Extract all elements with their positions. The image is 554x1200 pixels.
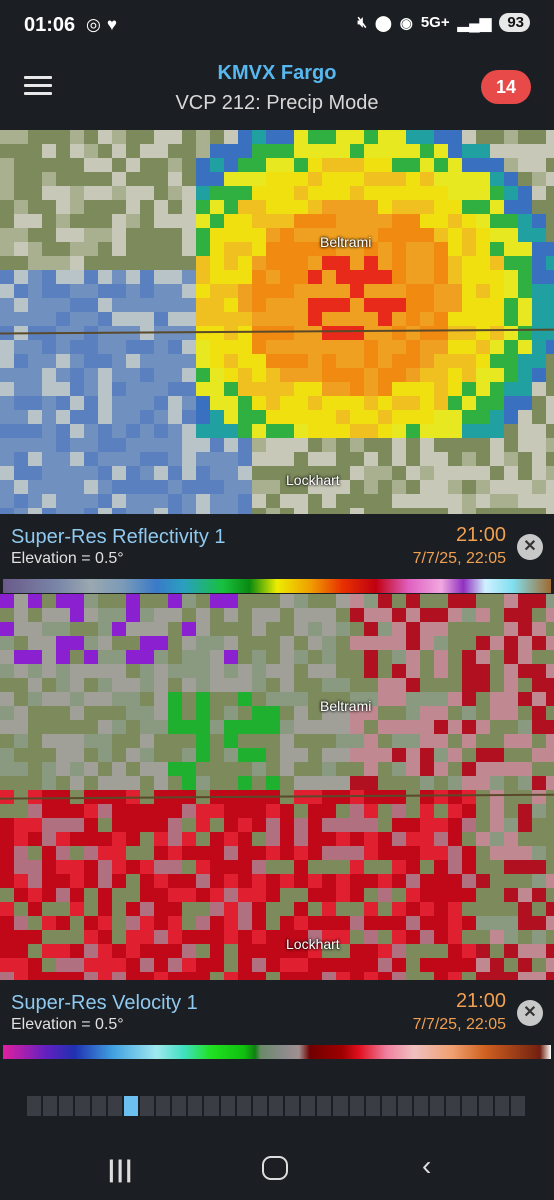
timeline-frame[interactable] <box>59 1096 74 1116</box>
timeline-frame[interactable] <box>317 1096 332 1116</box>
scan-time: 21:00 <box>455 990 506 1012</box>
vcp-mode-subtitle: VCP 212: Precip Mode <box>175 92 379 114</box>
velocity-map[interactable]: Beltrami Lockhart <box>0 594 554 980</box>
timeline-frame[interactable] <box>430 1096 445 1116</box>
reflectivity-map[interactable]: Beltrami Lockhart <box>0 130 554 514</box>
timeline-frame[interactable] <box>172 1096 187 1116</box>
network-label: 5G+ <box>420 14 450 31</box>
reflectivity-colorbar <box>3 579 551 593</box>
timeline-frame[interactable] <box>252 1096 267 1116</box>
velocity-colorbar <box>3 1045 551 1059</box>
battery-level: 93 <box>507 14 524 31</box>
radar-icon: ◎ <box>86 15 101 34</box>
timeline-frame[interactable] <box>333 1096 348 1116</box>
velocity-radar-image <box>0 594 554 980</box>
system-navbar: ||| ‹ <box>0 1140 554 1200</box>
timeline-frame[interactable] <box>139 1096 154 1116</box>
scan-datetime: 7/7/25, 22:05 <box>412 1016 506 1033</box>
timeline-frame[interactable] <box>236 1096 251 1116</box>
elevation-label: Elevation = 0.5° <box>11 1016 124 1033</box>
timeline-frame[interactable] <box>27 1096 42 1116</box>
elevation-label: Elevation = 0.5° <box>11 550 124 567</box>
product-name[interactable]: Super-Res Reflectivity 1 <box>11 526 226 549</box>
timeline-frame[interactable] <box>220 1096 235 1116</box>
mute-icon: 🔇︎ <box>357 14 367 31</box>
scan-time: 21:00 <box>455 524 506 546</box>
radar-site-title[interactable]: KMVX Fargo <box>0 62 554 85</box>
app-header: KMVX Fargo VCP 212: Precip Mode 14 <box>0 54 554 130</box>
timeline-frame[interactable] <box>43 1096 58 1116</box>
timeline-frame[interactable] <box>91 1096 106 1116</box>
heart-icon: ♥ <box>106 15 117 34</box>
timeline-frame[interactable] <box>107 1096 122 1116</box>
timeline-frame[interactable] <box>75 1096 90 1116</box>
home-icon[interactable] <box>262 1156 288 1180</box>
animation-timeline[interactable] <box>27 1096 525 1116</box>
timeline-frame[interactable] <box>204 1096 219 1116</box>
signal-icon: ▂▄▆ <box>457 14 492 32</box>
alert-count-badge[interactable]: 14 <box>481 70 531 104</box>
close-icon[interactable]: ✕ <box>517 1000 543 1026</box>
product-name[interactable]: Super-Res Velocity 1 <box>11 992 198 1015</box>
timeline-frame[interactable] <box>285 1096 300 1116</box>
timeline-frame[interactable] <box>397 1096 412 1116</box>
timeline-frame[interactable] <box>381 1096 396 1116</box>
recent-apps-icon[interactable]: ||| <box>108 1156 134 1184</box>
hotspot-icon: ◉ <box>399 14 413 32</box>
timeline-frame[interactable] <box>510 1096 525 1116</box>
location-icon: ⬤ <box>374 14 392 32</box>
timeline-frame[interactable] <box>156 1096 171 1116</box>
reflectivity-radar-image <box>0 130 554 514</box>
map-label-beltrami: Beltrami <box>320 698 372 714</box>
timeline-frame[interactable] <box>478 1096 493 1116</box>
battery-icon: 93 <box>499 13 530 32</box>
timeline-frame[interactable] <box>446 1096 461 1116</box>
timeline-frame[interactable] <box>268 1096 283 1116</box>
status-time: 01:06 <box>24 14 76 36</box>
timeline-frame[interactable] <box>414 1096 429 1116</box>
map-label-lockhart: Lockhart <box>286 472 340 488</box>
status-bar: 01:06 ◎ ♥ 🔇︎ ⬤ ◉ 5G+ ▂▄▆ 93 <box>0 0 554 54</box>
map-label-beltrami: Beltrami <box>320 234 372 250</box>
timeline-frame[interactable] <box>494 1096 509 1116</box>
timeline-frame[interactable] <box>301 1096 316 1116</box>
timeline-frame[interactable] <box>365 1096 380 1116</box>
back-icon[interactable]: ‹ <box>422 1150 431 1182</box>
timeline-frame[interactable] <box>349 1096 364 1116</box>
scan-datetime: 7/7/25, 22:05 <box>412 550 506 567</box>
reflectivity-info-bar: Super-Res Reflectivity 1 Elevation = 0.5… <box>0 518 554 578</box>
timeline-frame[interactable] <box>462 1096 477 1116</box>
velocity-info-bar: Super-Res Velocity 1 Elevation = 0.5° 21… <box>0 984 554 1044</box>
map-label-lockhart: Lockhart <box>286 936 340 952</box>
timeline-frame[interactable] <box>123 1096 138 1116</box>
timeline-frame[interactable] <box>188 1096 203 1116</box>
close-icon[interactable]: ✕ <box>517 534 543 560</box>
